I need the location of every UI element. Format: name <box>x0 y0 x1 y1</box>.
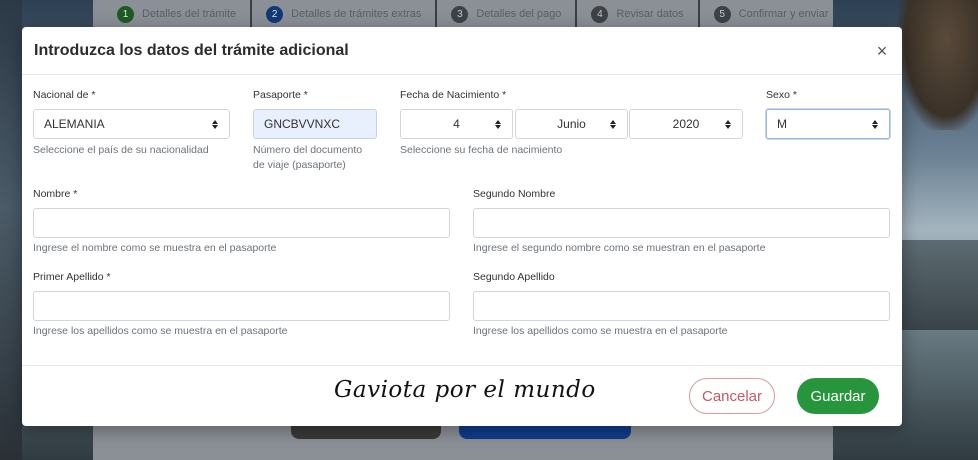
background-back-button <box>291 425 441 439</box>
second-last-name-label: Segundo Apellido <box>473 271 555 283</box>
birthdate-label: Fecha de Nacimiento * <box>400 89 507 101</box>
passport-label: Pasaporte * <box>253 89 308 101</box>
cancel-button[interactable]: Cancelar <box>689 378 775 414</box>
first-name-label: Nombre * <box>33 188 78 200</box>
save-button[interactable]: Guardar <box>797 378 879 414</box>
modal-title: Introduzca los datos del trámite adicion… <box>34 41 349 59</box>
step-label: Detalles del pago <box>476 8 562 20</box>
background-hut <box>898 0 978 130</box>
passport-help-line-2: de viaje (pasaporte) <box>253 159 346 171</box>
step-number: 2 <box>266 5 284 23</box>
middle-name-input[interactable] <box>473 208 890 238</box>
last-name-help: Ingrese los apellidos como se muestra en… <box>33 325 288 337</box>
birth-month-select[interactable]: Junio <box>515 109 628 139</box>
background-next-button <box>459 425 631 439</box>
first-name-input[interactable] <box>33 208 450 238</box>
step-number: 5 <box>713 5 731 23</box>
background-dock <box>898 240 978 330</box>
step-number: 1 <box>117 5 134 23</box>
wizard-step-2[interactable]: 2 Detalles de trámites extras <box>266 0 438 28</box>
passport-input[interactable]: GNCBVVNXC <box>253 109 377 139</box>
birth-day-select[interactable]: 4 <box>400 109 513 139</box>
last-name-input[interactable] <box>33 291 450 321</box>
step-label: Detalles del trámite <box>142 8 237 20</box>
step-number: 4 <box>591 5 609 23</box>
select-caret-icon <box>211 119 219 129</box>
birth-year-value: 2020 <box>672 117 700 131</box>
middle-name-label: Segundo Nombre <box>473 188 556 200</box>
second-last-name-help: Ingrese los apellidos como se muestra en… <box>473 325 728 337</box>
select-caret-icon <box>724 120 732 129</box>
wizard-step-3[interactable]: 3 Detalles del pago <box>451 0 578 28</box>
birth-year-select[interactable]: 2020 <box>629 109 743 139</box>
second-last-name-input[interactable] <box>473 291 890 321</box>
passport-value: GNCBVVNXC <box>264 117 341 131</box>
last-name-label: Primer Apellido * <box>33 271 111 283</box>
watermark-signature: Gaviota por el mundo <box>334 377 596 403</box>
birth-month-value: Junio <box>557 117 586 131</box>
nationality-help: Seleccione el país de su nacionalidad <box>33 144 209 156</box>
modal-footer: Gaviota por el mundo Cancelar Guardar <box>22 365 902 426</box>
wizard-step-1[interactable]: 1 Detalles del trámite <box>117 0 253 28</box>
step-number: 3 <box>451 5 469 23</box>
wizard-step-5[interactable]: 5 Confirmar y enviar <box>713 0 843 28</box>
nationality-value: ALEMANIA <box>44 117 105 131</box>
passport-help: Número del documento de viaje (pasaporte… <box>253 143 383 173</box>
nationality-select[interactable]: ALEMANIA <box>33 109 230 139</box>
modal-header: Introduzca los datos del trámite adicion… <box>22 27 902 75</box>
sex-label: Sexo * <box>766 89 797 101</box>
step-label: Revisar datos <box>616 8 684 20</box>
additional-procedure-modal: Introduzca los datos del trámite adicion… <box>22 27 902 426</box>
birthdate-help: Seleccione su fecha de nacimiento <box>400 144 563 156</box>
select-caret-icon <box>609 120 617 129</box>
sex-value: M <box>777 117 787 131</box>
sex-select[interactable]: M <box>766 109 890 139</box>
background-left-edge <box>0 0 22 460</box>
select-caret-icon <box>871 119 879 129</box>
wizard-step-4[interactable]: 4 Revisar datos <box>591 0 700 28</box>
passport-help-line-1: Número del documento <box>253 144 363 156</box>
first-name-help: Ingrese el nombre como se muestra en el … <box>33 242 277 254</box>
wizard-steps: 1 Detalles del trámite 2 Detalles de trá… <box>93 0 833 28</box>
nationality-label: Nacional de * <box>33 89 96 101</box>
close-icon[interactable]: × <box>874 42 890 60</box>
step-label: Confirmar y enviar <box>738 8 829 20</box>
select-caret-icon <box>494 120 502 129</box>
middle-name-help: Ingrese el segundo nombre como se muestr… <box>473 242 766 254</box>
birth-day-value: 4 <box>453 117 460 131</box>
step-label: Detalles de trámites extras <box>291 8 422 20</box>
